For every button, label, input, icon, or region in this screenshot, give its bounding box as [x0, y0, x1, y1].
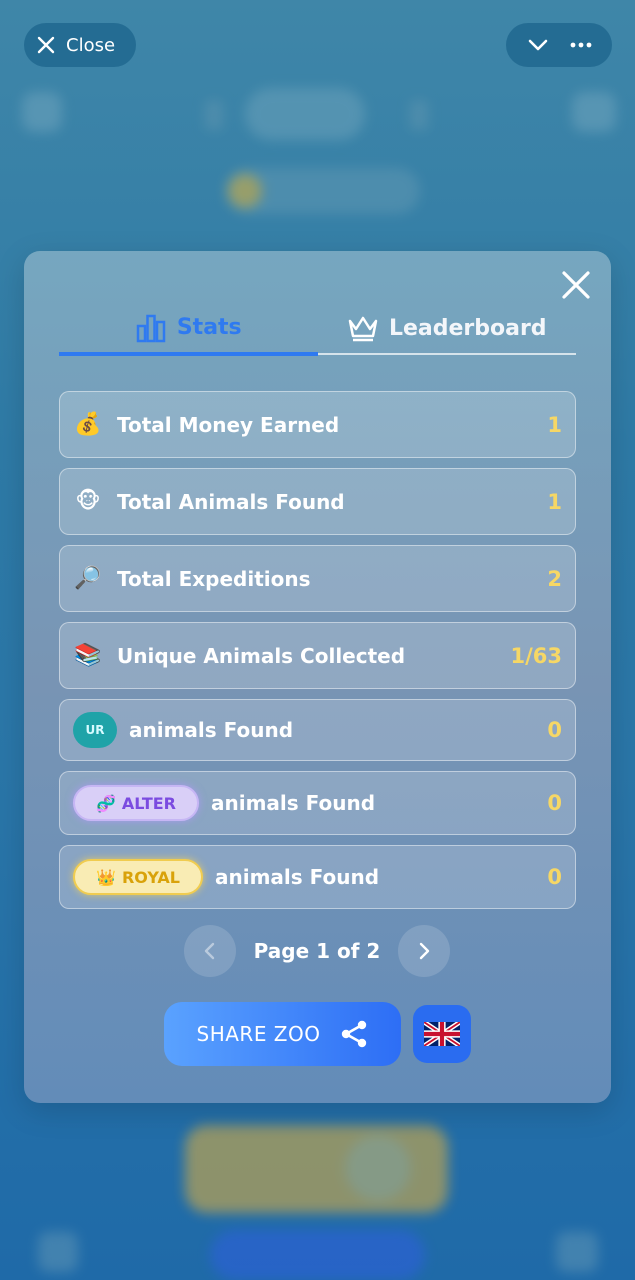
- tab-stats[interactable]: Stats: [59, 303, 318, 356]
- language-button[interactable]: [413, 1005, 471, 1063]
- bg-collect-icon: [345, 1135, 411, 1201]
- share-icon: [341, 1020, 366, 1048]
- stat-label: animals Found: [211, 791, 376, 815]
- stat-row-ur: UR animals Found 0: [59, 699, 576, 761]
- money-bag-icon: 💰: [74, 412, 102, 437]
- page-indicator: Page 1 of 2: [253, 939, 381, 963]
- stat-value: 0: [547, 718, 562, 742]
- bg-arrow-left-icon: [205, 100, 223, 130]
- crown-emoji-icon: 👑: [96, 867, 116, 887]
- stat-value: 1/63: [510, 643, 562, 668]
- share-zoo-label: SHARE ZOO: [196, 1022, 321, 1046]
- stat-label: animals Found: [215, 865, 380, 889]
- stat-value: 2: [547, 566, 562, 591]
- stats-modal: Stats Leaderboard 💰 Total Money Earned 1…: [24, 251, 611, 1103]
- close-icon: [37, 36, 55, 54]
- ur-badge: UR: [73, 712, 117, 748]
- stat-value: 0: [547, 791, 562, 815]
- magnifier-icon: 🔎: [74, 566, 102, 591]
- bg-bottom-left-icon: [38, 1232, 78, 1272]
- alter-badge-label: ALTER: [121, 793, 176, 813]
- close-button[interactable]: Close: [24, 23, 136, 67]
- share-zoo-button[interactable]: SHARE ZOO: [164, 1002, 401, 1066]
- stat-label: Total Expeditions: [117, 566, 311, 591]
- bg-arrow-right-icon: [410, 100, 428, 130]
- stat-row-expeditions: 🔎 Total Expeditions 2: [59, 545, 576, 612]
- tab-bar: Stats Leaderboard: [59, 303, 577, 356]
- stat-label: Total Money Earned: [117, 412, 340, 437]
- pagination: Page 1 of 2: [184, 925, 450, 977]
- uk-flag-icon: [424, 1022, 460, 1046]
- dna-icon: 🧬: [95, 793, 116, 813]
- stat-row-alter: 🧬 ALTER animals Found 0: [59, 771, 576, 835]
- modal-close-icon[interactable]: [558, 267, 594, 303]
- stat-label: animals Found: [129, 718, 294, 742]
- prev-page-button[interactable]: [184, 925, 236, 977]
- chevron-right-icon: [419, 942, 430, 960]
- tab-leaderboard[interactable]: Leaderboard: [318, 303, 577, 353]
- tab-stats-label: Stats: [176, 315, 242, 340]
- monkey-icon: 🐵: [75, 489, 101, 514]
- app-menu: [506, 23, 612, 67]
- chevron-left-icon: [204, 942, 215, 960]
- royal-badge: 👑 ROYAL: [73, 859, 203, 895]
- crown-icon: [348, 316, 378, 342]
- chevron-down-icon[interactable]: [525, 32, 551, 58]
- stat-row-money: 💰 Total Money Earned 1: [59, 391, 576, 458]
- bg-settings-icon: [572, 92, 616, 132]
- bg-coin-icon: [228, 174, 262, 208]
- stat-value: 0: [547, 865, 562, 889]
- royal-badge-label: ROYAL: [121, 867, 180, 887]
- stats-list: 💰 Total Money Earned 1 🐵 Total Animals F…: [59, 391, 576, 919]
- bg-zone-pill: [245, 88, 365, 140]
- tab-leaderboard-label: Leaderboard: [388, 315, 547, 341]
- books-icon: 📚: [74, 643, 102, 668]
- alter-badge: 🧬 ALTER: [73, 785, 199, 821]
- stat-label: Total Animals Found: [117, 489, 345, 514]
- stat-label: Unique Animals Collected: [117, 643, 406, 668]
- stat-row-animals: 🐵 Total Animals Found 1: [59, 468, 576, 535]
- more-icon[interactable]: [568, 32, 594, 58]
- bg-home-icon: [22, 92, 62, 132]
- stat-row-royal: 👑 ROYAL animals Found 0: [59, 845, 576, 909]
- bg-expedition-button: [210, 1230, 425, 1280]
- close-label: Close: [66, 34, 116, 56]
- bar-chart-icon: [136, 314, 166, 342]
- stat-value: 1: [547, 489, 562, 514]
- stat-row-unique: 📚 Unique Animals Collected 1/63: [59, 622, 576, 689]
- stat-value: 1: [547, 412, 562, 437]
- bg-bottom-right-icon: [556, 1232, 598, 1272]
- next-page-button[interactable]: [397, 925, 450, 977]
